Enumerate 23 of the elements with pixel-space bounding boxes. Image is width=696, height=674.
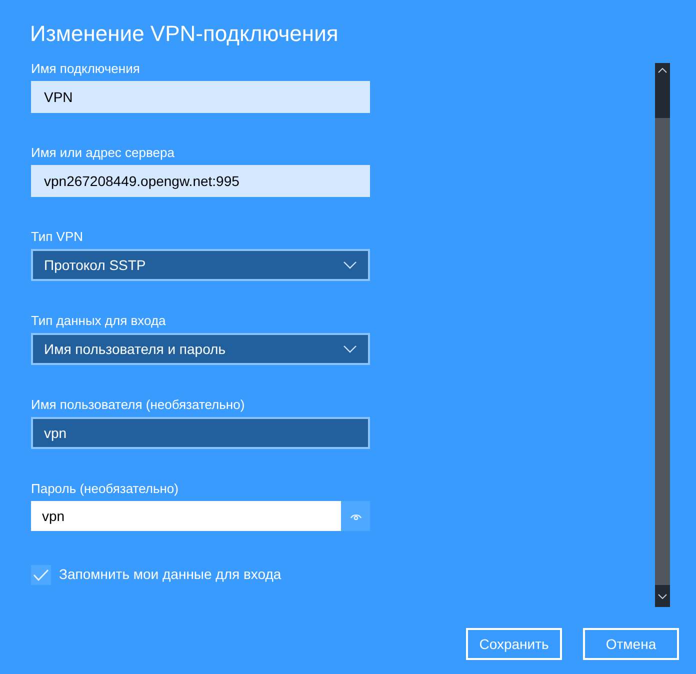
password-field[interactable]: vpn — [31, 501, 341, 531]
checkbox[interactable] — [31, 564, 51, 584]
chevron-up-icon — [658, 68, 667, 73]
chevron-down-icon — [343, 345, 357, 353]
text-field[interactable]: vpn — [31, 417, 370, 449]
text-field[interactable]: vpn267208449.opengw.net:995 — [31, 165, 370, 197]
chevron-down-icon — [658, 594, 667, 598]
dropdown[interactable]: Протокол SSTP — [31, 249, 370, 281]
field-label: Пароль (необязательно) — [31, 480, 178, 498]
field-label: Имя или адрес сервера — [31, 144, 174, 162]
chevron-down-icon — [343, 261, 357, 269]
field-label: Имя пользователя (необязательно) — [31, 396, 245, 414]
text-field[interactable]: VPN — [31, 81, 370, 113]
checkbox-label: Запомнить мои данные для входа — [59, 565, 282, 584]
field-label: Тип VPN — [31, 228, 84, 246]
scrollbar[interactable] — [655, 63, 670, 607]
field-label: Тип данных для входа — [31, 312, 166, 330]
show-password-button[interactable] — [341, 501, 370, 531]
eye-icon — [350, 512, 362, 520]
field-label: Имя подключения — [31, 60, 140, 78]
dropdown[interactable]: Имя пользователя и пароль — [31, 333, 370, 365]
checkmark-icon — [33, 568, 49, 580]
dialog-title: Изменение VPN-подключения — [30, 20, 338, 48]
